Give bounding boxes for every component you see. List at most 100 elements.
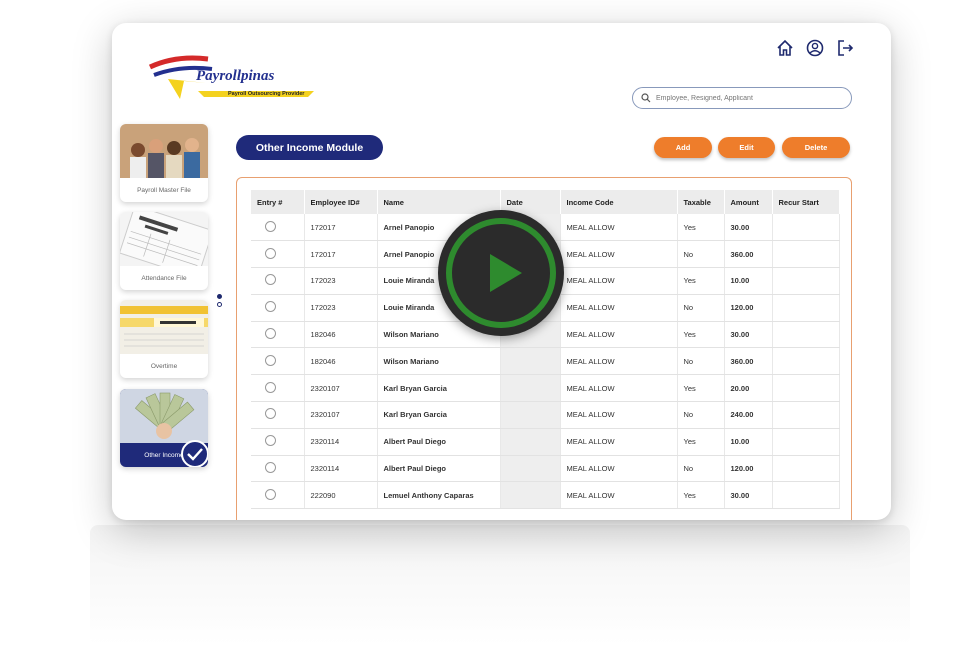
income-code-cell: MEAL ALLOW (560, 347, 678, 376)
column-header-entry[interactable]: Entry # (251, 190, 305, 214)
video-play-button[interactable] (438, 210, 564, 336)
income-code-cell: MEAL ALLOW (560, 374, 678, 403)
row-select-radio[interactable] (265, 274, 276, 286)
amount-cell: 30.00 (724, 321, 773, 349)
row-select-radio[interactable] (265, 328, 276, 340)
recur-start-cell (772, 401, 840, 429)
column-header-taxable[interactable]: Taxable (677, 190, 725, 214)
search-input[interactable] (656, 94, 836, 102)
taxable-cell: Yes (677, 321, 725, 349)
employee-id-cell: 2320107 (304, 374, 378, 403)
column-header-income-code[interactable]: Income Code (560, 190, 678, 214)
amount-cell: 30.00 (724, 481, 773, 510)
sidebar-item-label: Overtime (150, 363, 178, 370)
entry-radio-cell (251, 240, 305, 269)
row-select-radio[interactable] (265, 301, 276, 313)
date-cell (500, 347, 561, 376)
row-select-radio[interactable] (265, 381, 276, 393)
taxable-cell: No (677, 347, 725, 376)
recur-start-cell (772, 455, 840, 483)
home-icon[interactable] (775, 38, 795, 58)
employee-id-cell: 2320114 (304, 455, 378, 483)
amount-cell: 240.00 (724, 401, 773, 429)
name-cell: Wilson Mariano (377, 347, 501, 376)
employee-id-cell: 172017 (304, 214, 378, 242)
employee-id-cell: 222090 (304, 481, 378, 510)
name-cell: Lemuel Anthony Caparas (377, 481, 501, 510)
sidebar-item-attendance-file[interactable]: Attendance File (120, 212, 208, 290)
pager-dot[interactable] (217, 302, 222, 307)
delete-button[interactable]: Delete (782, 137, 850, 158)
taxable-cell: Yes (677, 481, 725, 510)
overtime-image (120, 300, 208, 354)
entry-radio-cell (251, 294, 305, 322)
name-cell: Albert Paul Diego (377, 428, 501, 456)
column-header-recur-start[interactable]: Recur Start (772, 190, 840, 214)
row-select-radio[interactable] (265, 488, 276, 500)
column-header-employee-id[interactable]: Employee ID# (304, 190, 378, 214)
row-select-radio[interactable] (265, 462, 276, 474)
name-cell: Karl Bryan Garcia (377, 374, 501, 403)
row-select-radio[interactable] (265, 408, 276, 420)
user-icon[interactable] (805, 38, 825, 58)
entry-radio-cell (251, 374, 305, 403)
table-row[interactable]: 2320114 Albert Paul Diego MEAL ALLOW No 120.… (251, 455, 840, 483)
amount-cell: 10.00 (724, 267, 773, 295)
table-row[interactable]: 2320114 Albert Paul Diego MEAL ALLOW Yes 10.… (251, 428, 840, 456)
app-window: Payrollpinas Payroll Outsourcing Provide… (112, 23, 891, 520)
entry-radio-cell (251, 214, 305, 242)
logo-text: Payrollpinas (196, 68, 275, 84)
recur-start-cell (772, 481, 840, 510)
income-code-cell: MEAL ALLOW (560, 240, 678, 269)
income-code-cell: MEAL ALLOW (560, 455, 678, 483)
pager-dot-active[interactable] (217, 294, 222, 299)
employee-id-cell: 2320114 (304, 428, 378, 456)
amount-cell: 120.00 (724, 455, 773, 483)
sidebar-item-label: Attendance File (141, 275, 187, 282)
income-code-cell: MEAL ALLOW (560, 214, 678, 242)
entry-radio-cell (251, 347, 305, 376)
taxable-cell: Yes (677, 374, 725, 403)
date-cell (500, 455, 561, 483)
row-select-radio[interactable] (265, 354, 276, 366)
table-row[interactable]: 2320107 Karl Bryan Garcia MEAL ALLOW No 240.… (251, 401, 840, 429)
window-reflection (90, 525, 910, 645)
employee-id-cell: 172023 (304, 267, 378, 295)
date-cell (500, 374, 561, 403)
table-row[interactable]: 2320107 Karl Bryan Garcia MEAL ALLOW Yes 20.… (251, 374, 840, 403)
recur-start-cell (772, 347, 840, 376)
sidebar-item-other-income[interactable]: Other Income (120, 389, 208, 467)
logout-icon[interactable] (835, 38, 855, 58)
row-select-radio[interactable] (265, 247, 276, 259)
edit-button[interactable]: Edit (718, 137, 775, 158)
table-row[interactable]: 182046 Wilson Mariano MEAL ALLOW No 360.00 (251, 347, 840, 376)
entry-radio-cell (251, 455, 305, 483)
taxable-cell: No (677, 401, 725, 429)
logo-subtitle: Payroll Outsourcing Provider (228, 91, 305, 97)
amount-cell: 360.00 (724, 347, 773, 376)
income-code-cell: MEAL ALLOW (560, 428, 678, 456)
recur-start-cell (772, 321, 840, 349)
recur-start-cell (772, 374, 840, 403)
sidebar-item-overtime[interactable]: Overtime (120, 300, 208, 378)
search-box[interactable] (632, 87, 852, 109)
row-select-radio[interactable] (265, 435, 276, 447)
entry-radio-cell (251, 428, 305, 456)
amount-cell: 20.00 (724, 374, 773, 403)
table-row[interactable]: 222090 Lemuel Anthony Caparas MEAL ALLOW Ye… (251, 481, 840, 510)
recur-start-cell (772, 267, 840, 295)
income-code-cell: MEAL ALLOW (560, 401, 678, 429)
sidebar-pager (217, 294, 222, 307)
sidebar-item-payroll-master-file[interactable]: Payroll Master File (120, 124, 208, 202)
row-select-radio[interactable] (265, 220, 276, 232)
taxable-cell: No (677, 294, 725, 322)
amount-cell: 360.00 (724, 240, 773, 269)
add-button[interactable]: Add (654, 137, 712, 158)
taxable-cell: Yes (677, 214, 725, 242)
team-photo-image (120, 124, 208, 178)
column-header-amount[interactable]: Amount (724, 190, 773, 214)
recur-start-cell (772, 240, 840, 269)
employee-id-cell: 182046 (304, 347, 378, 376)
employee-id-cell: 172017 (304, 240, 378, 269)
amount-cell: 10.00 (724, 428, 773, 456)
